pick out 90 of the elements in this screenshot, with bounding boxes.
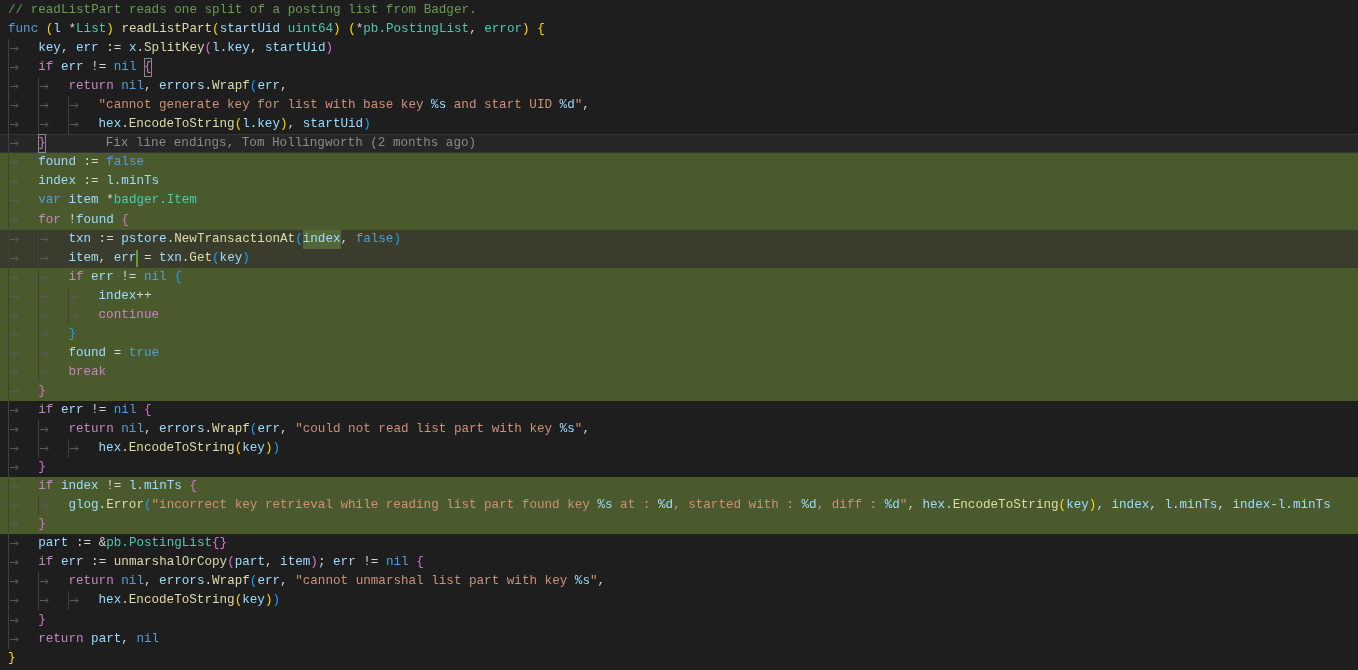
code-line: return part, nil — [38, 630, 160, 648]
code-line: item, err = txn.Get(key) — [68, 249, 250, 267]
code-line: index++ — [98, 287, 152, 305]
code-line: index := l.minTs — [38, 173, 160, 191]
code-line: txn := pstore.NewTransactionAt(index, false) — [68, 230, 401, 248]
tab-arrow-icon — [10, 349, 19, 357]
code-line: } — [38, 135, 46, 153]
tab-arrow-icon — [10, 387, 19, 395]
tab-arrow-icon — [40, 254, 50, 262]
code-line: hex.EncodeToString(key)) — [98, 592, 280, 610]
tab-arrow-icon — [10, 64, 19, 72]
tab-arrow-icon — [10, 426, 19, 434]
code-line: var item *badger.Item — [38, 192, 197, 210]
code-line: } — [38, 459, 46, 477]
tab-arrow-icon — [40, 121, 50, 129]
code-line: if err != nil { — [38, 59, 152, 77]
tab-arrow-icon — [40, 597, 50, 605]
tab-arrow-icon — [10, 559, 19, 567]
tab-arrow-icon — [10, 635, 19, 643]
code-line: if index != l.minTs { — [38, 478, 197, 496]
tab-arrow-icon — [10, 521, 19, 529]
tab-arrow-icon — [40, 273, 50, 281]
code-line: return nil, errors.Wrapf(err, "cannot unmarshal list part with key %s", — [68, 573, 606, 591]
tab-arrow-icon — [40, 445, 50, 453]
code-line: "cannot generate key for list with base key %s and start UID %d", — [98, 97, 590, 115]
tab-arrow-icon — [10, 292, 19, 300]
tab-arrow-icon — [10, 235, 19, 243]
code-line: func (l *List) readListPart(startUid uint64) (*pb.PostingList, error) { — [8, 21, 545, 39]
tab-arrow-icon — [40, 292, 50, 300]
tab-arrow-icon — [10, 578, 19, 586]
code-line: for !found { — [38, 211, 129, 229]
tab-arrow-icon — [70, 445, 80, 453]
code-line: found = true — [68, 344, 160, 362]
tab-arrow-icon — [10, 330, 19, 338]
tab-arrow-icon — [70, 121, 80, 129]
code-line: return nil, errors.Wrapf(err, — [68, 78, 288, 96]
tab-arrow-icon — [40, 102, 50, 110]
code-line: if err != nil { — [38, 402, 152, 419]
tab-arrow-icon — [10, 445, 19, 453]
tab-arrow-icon — [10, 83, 19, 91]
tab-arrow-icon — [10, 502, 19, 510]
tab-arrow-icon — [10, 616, 19, 624]
tab-arrow-icon — [10, 407, 19, 414]
code-line: } — [38, 382, 46, 400]
code-line: // readListPart reads one split of a posting list from Badger. — [8, 2, 477, 19]
tab-arrow-icon — [10, 178, 19, 186]
tab-arrow-icon — [70, 292, 80, 300]
code-line: } — [38, 516, 46, 534]
tab-arrow-icon — [40, 426, 50, 434]
code-line: return nil, errors.Wrapf(err, "could not read list part with key %s", — [68, 421, 590, 439]
code-line: } — [68, 325, 76, 343]
tab-arrow-icon — [10, 464, 19, 472]
tab-arrow-icon — [10, 254, 19, 262]
tab-arrow-icon — [70, 597, 80, 605]
code-line: continue — [98, 306, 160, 324]
code-line: } — [8, 649, 16, 667]
tab-arrow-icon — [10, 273, 19, 281]
tab-arrow-icon — [40, 368, 50, 376]
tab-arrow-icon — [10, 140, 19, 148]
code-line: if err := unmarshalOrCopy(part, item); err != nil { — [38, 554, 424, 572]
tab-arrow-icon — [40, 578, 50, 586]
code-line: if err != nil { — [68, 268, 182, 286]
tab-arrow-icon — [10, 45, 19, 53]
tab-arrow-icon — [10, 121, 19, 129]
tab-arrow-icon — [40, 502, 50, 510]
code-line: hex.EncodeToString(l.key), startUid) — [98, 116, 371, 134]
tab-arrow-icon — [70, 102, 80, 110]
code-line: part := &pb.PostingList{} — [38, 535, 228, 553]
tab-arrow-icon — [10, 311, 19, 319]
tab-arrow-icon — [10, 368, 19, 376]
tab-arrow-icon — [10, 197, 19, 205]
blame-annotation: Fix line endings, Tom Hollingworth (2 months ago) — [105, 135, 477, 153]
tab-arrow-icon — [70, 311, 80, 319]
tab-arrow-icon — [10, 102, 19, 110]
tab-arrow-icon — [10, 483, 19, 491]
code-line: } — [38, 611, 46, 629]
tab-arrow-icon — [40, 330, 50, 338]
tab-arrow-icon — [40, 349, 50, 357]
code-line: glog.Error("incorrect key retrieval while reading list part found key %s at : %d, started with : %d, diff : %d", hex.EncodeToString(key), index, l.minTs, index-l.minTs — [68, 497, 1331, 515]
tab-arrow-icon — [10, 540, 19, 548]
code-line: key, err := x.SplitKey(l.key, startUid) — [38, 40, 334, 58]
tab-arrow-icon — [40, 83, 50, 91]
code-line: break — [68, 363, 107, 381]
tab-arrow-icon — [10, 159, 19, 167]
tab-arrow-icon — [40, 311, 50, 319]
tab-arrow-icon — [40, 235, 50, 243]
tab-arrow-icon — [10, 216, 19, 224]
code-line: hex.EncodeToString(key)) — [98, 440, 280, 458]
tab-arrow-icon — [10, 597, 19, 605]
code-line: found := false — [38, 154, 144, 172]
